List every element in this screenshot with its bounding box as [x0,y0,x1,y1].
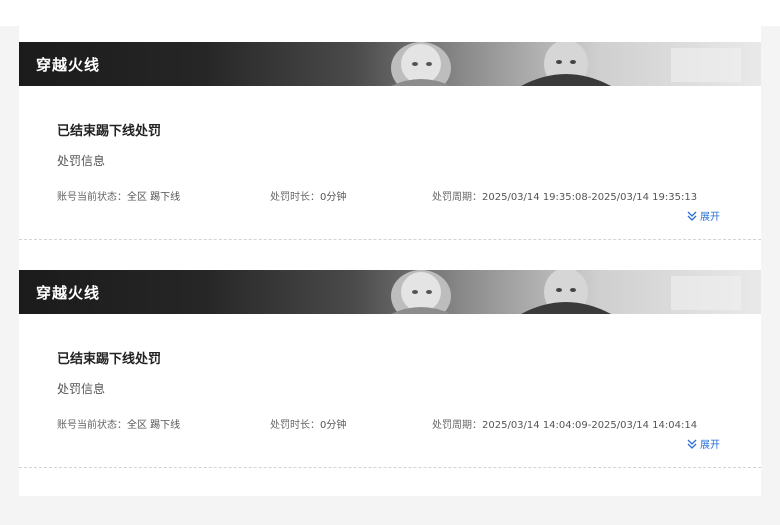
game-character-art [391,42,741,86]
punishment-info-label: 处罚信息 [57,382,106,396]
double-chevron-down-icon [687,211,697,221]
expand-button[interactable]: 展开 [686,436,720,451]
game-banner: 穿越火线 [19,270,761,314]
punishment-period: 处罚周期：2025/03/14 14:04:09-2025/03/14 14:0… [432,416,697,431]
punishment-status-title: 已结束踢下线处罚 [57,124,162,139]
punishment-info-label: 处罚信息 [57,154,106,168]
punishment-duration: 处罚时长：0分钟 [270,188,346,203]
game-title: 穿越火线 [36,284,101,302]
game-title: 穿越火线 [36,56,101,74]
punishment-status-title: 已结束踢下线处罚 [57,352,162,367]
period-value: 2025/03/14 19:35:08-2025/03/14 19:35:13 [482,192,698,203]
divider [19,467,761,468]
expand-label: 展开 [700,212,720,223]
punishment-duration: 处罚时长：0分钟 [270,416,346,431]
expand-button[interactable]: 展开 [686,208,720,223]
duration-label: 处罚时长： [270,420,320,431]
punishment-record-card: 穿越火线 已结束踢下线处罚 处罚信息 账号当前状态：全区 踢下线 处罚时长：0分… [19,42,761,242]
account-status-value: 全区 踢下线 [127,192,181,203]
divider [19,239,761,240]
punishment-period: 处罚周期：2025/03/14 19:35:08-2025/03/14 19:3… [432,188,697,203]
punishment-record-card: 穿越火线 已结束踢下线处罚 处罚信息 账号当前状态：全区 踢下线 处罚时长：0分… [19,270,761,470]
duration-value: 0分钟 [320,192,347,203]
duration-label: 处罚时长： [270,192,320,203]
account-status-label: 账号当前状态： [57,420,127,431]
punishment-record-list: 穿越火线 已结束踢下线处罚 处罚信息 账号当前状态：全区 踢下线 处罚时长：0分… [19,26,761,496]
game-character-art [391,270,741,314]
account-status-label: 账号当前状态： [57,192,127,203]
period-label: 处罚周期： [432,192,482,203]
account-status: 账号当前状态：全区 踢下线 [57,416,180,431]
duration-value: 0分钟 [320,420,347,431]
period-value: 2025/03/14 14:04:09-2025/03/14 14:04:14 [482,420,698,431]
double-chevron-down-icon [687,439,697,449]
expand-label: 展开 [700,440,720,451]
game-banner: 穿越火线 [19,42,761,86]
top-spacer [0,0,780,26]
period-label: 处罚周期： [432,420,482,431]
account-status-value: 全区 踢下线 [127,420,181,431]
account-status: 账号当前状态：全区 踢下线 [57,188,180,203]
